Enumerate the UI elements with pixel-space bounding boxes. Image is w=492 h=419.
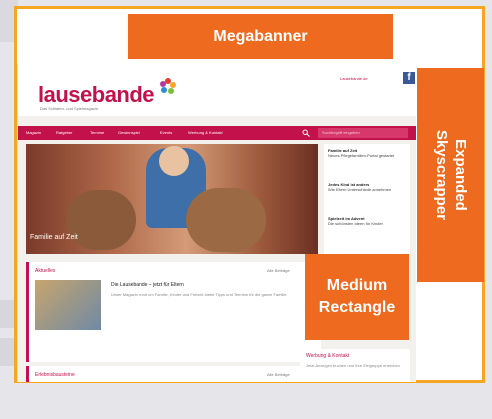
ad-label-line: Rectangle <box>318 299 396 316</box>
facebook-icon[interactable]: f <box>403 72 415 84</box>
flower-icon <box>160 78 176 94</box>
teddy-bear <box>66 190 136 250</box>
teddy-bear <box>186 188 266 252</box>
news-section: Aktuelles Alle Beiträge Die Lausebande –… <box>26 262 321 362</box>
contact-title[interactable]: Werbung & Kontakt <box>306 353 349 359</box>
nav-item[interactable]: Gewinnspiel <box>118 130 140 135</box>
more-link[interactable]: Alle Beiträge <box>267 372 290 377</box>
teaser-text: Die schönsten Ideen für Kinder <box>328 221 383 226</box>
site-header: lausebande Das Schlafen- und Spielmagazi… <box>18 64 416 116</box>
more-link[interactable]: Alle Beiträge <box>267 268 290 273</box>
teaser-item[interactable]: Spielzeit im Advent Die schönsten Ideen … <box>328 216 406 226</box>
site-link[interactable]: Lausebande.de <box>340 76 368 81</box>
search-input[interactable]: Suchbegriff eingeben <box>318 128 408 138</box>
ad-label-line: Skyscrapper <box>432 129 450 221</box>
news-headline[interactable]: Die Lausebande – jetzt für Eltern <box>111 282 184 288</box>
contact-box: Werbung & Kontakt Jetzt Anzeigen buchen … <box>300 349 410 382</box>
nav-item[interactable]: Events <box>160 130 172 135</box>
news-image[interactable] <box>35 280 101 330</box>
site-nav: Magazin Ratgeber Termine Gewinnspiel Eve… <box>18 126 416 140</box>
ad-label-line: Medium <box>326 277 388 294</box>
medium-rectangle-ad: Medium Rectangle <box>305 254 409 340</box>
teaser-item[interactable]: Familie auf Zeit Neues Pflegefamilien-Po… <box>328 148 406 158</box>
contact-text: Jetzt Anzeigen buchen und Ihre Zielgrupp… <box>306 363 400 368</box>
news-text: Unser Magazin rund um Familie, Kinder un… <box>111 292 288 297</box>
nav-item[interactable]: Magazin <box>26 130 41 135</box>
nav-item[interactable]: Ratgeber <box>56 130 72 135</box>
section-box: Erlebnisbausteine Alle Beiträge <box>26 366 321 382</box>
teaser-text: Neues Pflegefamilien-Portal gestartet <box>328 153 395 158</box>
nav-item[interactable]: Werbung & Kontakt <box>188 130 223 135</box>
teaser-list: Familie auf Zeit Neues Pflegefamilien-Po… <box>324 144 410 254</box>
hero-image[interactable]: Familie auf Zeit <box>26 144 318 254</box>
skyscraper-ad: Expanded Skyscrapper <box>417 68 484 282</box>
teaser-text: Wie Eltern Unterschiede annehmen <box>328 187 392 192</box>
megabanner-ad: Megabanner <box>128 14 393 59</box>
hero-child-face <box>159 146 189 176</box>
nav-item[interactable]: Termine <box>90 130 104 135</box>
search-icon[interactable] <box>302 129 310 137</box>
ad-label-line: Expanded <box>451 139 469 211</box>
section-title: Aktuelles <box>35 268 56 274</box>
hero-caption: Familie auf Zeit <box>30 234 78 241</box>
site-tagline: Das Schlafen- und Spielmagazin <box>40 106 99 111</box>
teaser-item[interactable]: Jedes Kind ist anders Wie Eltern Untersc… <box>328 182 406 192</box>
section-title: Erlebnisbausteine <box>35 372 75 378</box>
site-logo[interactable]: lausebande <box>38 82 155 108</box>
